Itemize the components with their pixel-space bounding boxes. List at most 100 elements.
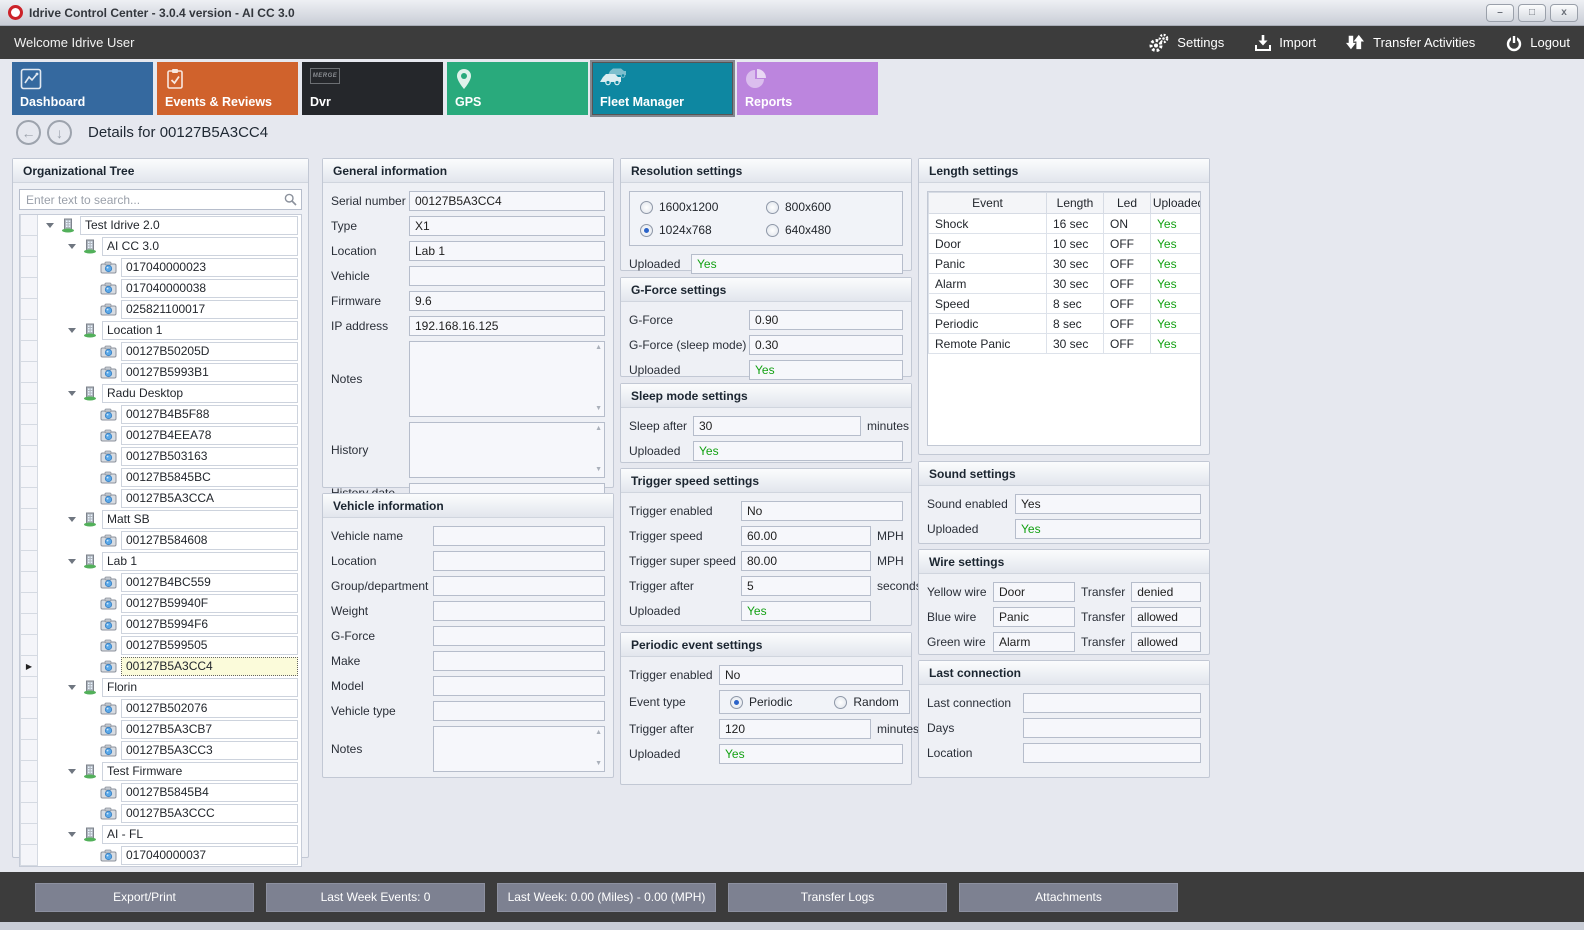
tab-fleet-manager[interactable]: Fleet Manager (592, 62, 733, 115)
per-enabled-field[interactable] (719, 665, 903, 685)
make-field[interactable] (433, 651, 605, 671)
maximize-button[interactable]: □ (1518, 4, 1546, 22)
expander-arrow-icon[interactable] (68, 328, 76, 333)
days-field[interactable] (1023, 718, 1201, 738)
tree-item-device[interactable]: 00127B502076 (20, 698, 301, 719)
expander-arrow-icon[interactable] (68, 685, 76, 690)
tree-item-device[interactable]: 025821100017 (20, 299, 301, 320)
gforce-field[interactable] (749, 310, 903, 330)
tab-events-reviews[interactable]: Events & Reviews (157, 62, 298, 115)
expander-arrow-icon[interactable] (68, 391, 76, 396)
scroll-up-icon[interactable]: ▲ (595, 425, 602, 432)
scroll-up-icon[interactable]: ▲ (595, 344, 602, 351)
expander-arrow-icon[interactable] (68, 769, 76, 774)
type-field[interactable] (409, 216, 605, 236)
scroll-down-icon[interactable]: ▼ (595, 405, 602, 412)
last-week-events-button[interactable]: Last Week Events: 0 (266, 883, 485, 912)
last-week-miles-button[interactable]: Last Week: 0.00 (Miles) - 0.00 (MPH) (497, 883, 716, 912)
resolution-option-640x480[interactable]: 640x480 (766, 223, 892, 237)
tree-item-device[interactable]: 00127B59940F (20, 593, 301, 614)
col-led[interactable]: Led (1104, 193, 1151, 214)
lc-location-field[interactable] (1023, 743, 1201, 763)
length-settings-row[interactable]: Alarm30 secOFFYes (929, 274, 1202, 294)
tab-reports[interactable]: Reports (737, 62, 878, 115)
length-settings-row[interactable]: Speed8 secOFFYes (929, 294, 1202, 314)
tree-item-group[interactable]: Test Idrive 2.0 (20, 215, 301, 236)
event-type-random[interactable]: Random (834, 695, 898, 709)
notes-textarea[interactable] (409, 341, 605, 417)
collapse-button[interactable]: ↓ (47, 120, 72, 145)
tree-item-device[interactable]: 00127B5A3CC3 (20, 740, 301, 761)
group-department-field[interactable] (433, 576, 605, 596)
tree-item-device[interactable]: 00127B5845B4 (20, 782, 301, 803)
tree-item-device[interactable]: ▶ 00127B5A3CC4 (20, 656, 301, 677)
blue-transfer-field[interactable] (1131, 607, 1201, 627)
export-print-button[interactable]: Export/Print (35, 883, 254, 912)
gforce-sleep-field[interactable] (749, 335, 903, 355)
expander-arrow-icon[interactable] (68, 244, 76, 249)
expander-arrow-icon[interactable] (68, 832, 76, 837)
tree-item-device[interactable]: 00127B5993B1 (20, 362, 301, 383)
settings-button[interactable]: Settings (1148, 33, 1224, 53)
tree-item-group[interactable]: Test Firmware (20, 761, 301, 782)
veh-gforce-field[interactable] (433, 626, 605, 646)
green-transfer-field[interactable] (1131, 632, 1201, 652)
tree-search-input[interactable] (19, 189, 302, 210)
scroll-down-icon[interactable]: ▼ (595, 760, 602, 767)
length-settings-row[interactable]: Panic30 secOFFYes (929, 254, 1202, 274)
tree-item-group[interactable]: Radu Desktop (20, 383, 301, 404)
vehicle-name-field[interactable] (433, 526, 605, 546)
resolution-option-800x600[interactable]: 800x600 (766, 200, 892, 214)
attachments-button[interactable]: Attachments (959, 883, 1178, 912)
tree-item-device[interactable]: 00127B4BC559 (20, 572, 301, 593)
tree-item-device[interactable]: 00127B5A3CCC (20, 803, 301, 824)
veh-notes-textarea[interactable] (433, 726, 605, 772)
tree-item-group[interactable]: Location 1 (20, 320, 301, 341)
firmware-field[interactable] (409, 291, 605, 311)
history-textarea[interactable] (409, 422, 605, 478)
yellow-wire-field[interactable] (993, 582, 1075, 602)
vehicle-field[interactable] (409, 266, 605, 286)
trig-after-field[interactable] (741, 576, 871, 596)
logout-button[interactable]: Logout (1505, 34, 1570, 52)
resolution-option-1600x1200[interactable]: 1600x1200 (640, 200, 766, 214)
tree-item-device[interactable]: 00127B5A3CCA (20, 488, 301, 509)
tree-item-group[interactable]: AI - FL (20, 824, 301, 845)
ip-address-field[interactable] (409, 316, 605, 336)
per-after-field[interactable] (719, 719, 871, 739)
tree-item-device[interactable]: 00127B584608 (20, 530, 301, 551)
tree-item-device[interactable]: 00127B5845BC (20, 467, 301, 488)
event-type-periodic[interactable]: Periodic (730, 695, 792, 709)
tree-item-device[interactable]: 00127B4B5F88 (20, 404, 301, 425)
tree-item-device[interactable]: 00127B599505 (20, 635, 301, 656)
trig-speed-field[interactable] (741, 526, 871, 546)
close-button[interactable]: x (1550, 4, 1578, 22)
tree-item-group[interactable]: Matt SB (20, 509, 301, 530)
resolution-option-1024x768[interactable]: 1024x768 (640, 223, 766, 237)
import-button[interactable]: Import (1254, 34, 1316, 52)
sleep-after-field[interactable] (693, 416, 861, 436)
col-uploaded[interactable]: Uploaded (1151, 193, 1202, 214)
sound-enabled-field[interactable] (1015, 494, 1201, 514)
serial-number-field[interactable] (409, 191, 605, 211)
col-length[interactable]: Length (1047, 193, 1104, 214)
green-wire-field[interactable] (993, 632, 1075, 652)
veh-location-field[interactable] (433, 551, 605, 571)
col-event[interactable]: Event (929, 193, 1047, 214)
tree-item-device[interactable]: 017040000023 (20, 257, 301, 278)
tree-item-device[interactable]: 00127B5994F6 (20, 614, 301, 635)
tree-item-device[interactable]: 017040000038 (20, 278, 301, 299)
tree-item-device[interactable]: 00127B50205D (20, 341, 301, 362)
last-connection-field[interactable] (1023, 693, 1201, 713)
expander-arrow-icon[interactable] (46, 223, 54, 228)
length-settings-row[interactable]: Periodic8 secOFFYes (929, 314, 1202, 334)
transfer-logs-button[interactable]: Transfer Logs (728, 883, 947, 912)
scroll-down-icon[interactable]: ▼ (595, 466, 602, 473)
length-settings-row[interactable]: Shock16 secONYes (929, 214, 1202, 234)
trig-super-speed-field[interactable] (741, 551, 871, 571)
weight-field[interactable] (433, 601, 605, 621)
location-field[interactable] (409, 241, 605, 261)
vehicle-type-field[interactable] (433, 701, 605, 721)
blue-wire-field[interactable] (993, 607, 1075, 627)
length-settings-row[interactable]: Remote Panic30 secOFFYes (929, 334, 1202, 354)
